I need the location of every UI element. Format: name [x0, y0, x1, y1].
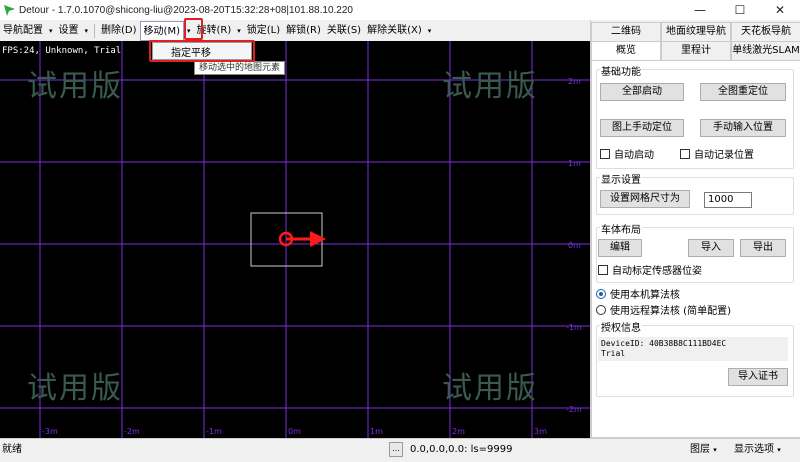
coords-readout: 0.0,0.0,0.0: ls=9999: [410, 444, 513, 455]
tab-odometry[interactable]: 里程计: [661, 41, 731, 60]
maximize-button[interactable]: ☐: [720, 0, 760, 20]
relocate-all-button[interactable]: 全图重定位: [700, 83, 786, 101]
status-bar: 就绪 ... 0.0,0.0,0.0: ls=9999 图层 ▾ 显示选项 ▾: [0, 438, 800, 462]
y-tick-label: -2m: [566, 405, 582, 414]
display-options-menu[interactable]: 显示选项 ▾: [734, 439, 781, 461]
menu-unlock[interactable]: 解锁(R): [283, 21, 324, 41]
title-bar: Detour - 1.7.0.1070@shicong-liu@2023-08-…: [0, 0, 800, 20]
tab-ceiling-nav[interactable]: 天花板导航: [731, 22, 800, 41]
chevron-down-icon: ▾: [777, 446, 781, 454]
x-tick-label: -2m: [124, 427, 140, 436]
chevron-down-icon: ▾: [713, 446, 717, 454]
edit-layout-button[interactable]: 编辑: [598, 239, 642, 257]
fps-label: FPS:24, Unknown, Trial: [2, 46, 122, 56]
import-cert-button[interactable]: 导入证书: [728, 368, 788, 386]
tab-lidar-slam[interactable]: 单线激光SLAM: [731, 41, 800, 60]
tab-overview[interactable]: 概览: [591, 41, 661, 60]
right-panel: 二维码 地面纹理导航 天花板导航 概览 里程计 单线激光SLAM 基础功能 全部…: [590, 20, 800, 438]
license-type: Trial: [601, 349, 626, 358]
y-tick-label: -1m: [566, 323, 582, 332]
x-tick-label: 1m: [370, 427, 383, 436]
watermark: 试用版: [442, 371, 538, 406]
layers-menu[interactable]: 图层 ▾: [690, 439, 717, 461]
menu-lock[interactable]: 锁定(L): [244, 21, 283, 41]
menu-disassociate[interactable]: 解除关联(X): [364, 21, 425, 41]
x-tick-label: 0m: [288, 427, 301, 436]
status-text: 就绪: [2, 444, 22, 455]
more-button[interactable]: ...: [389, 442, 403, 457]
grid-size-input[interactable]: 1000: [704, 192, 752, 208]
chevron-down-icon[interactable]: ▾: [234, 21, 244, 41]
chevron-down-icon[interactable]: ▾: [425, 21, 435, 41]
watermark: 试用版: [27, 371, 123, 406]
start-all-button[interactable]: 全部启动: [600, 83, 684, 101]
x-tick-label: -1m: [206, 427, 222, 436]
menu-separator: [94, 23, 96, 38]
export-layout-button[interactable]: 导出: [740, 239, 786, 257]
device-info: DeviceID: 40B38B8C111BD4EC Trial: [598, 337, 788, 361]
auto-start-checkbox[interactable]: 自动启动: [600, 146, 654, 161]
device-id: DeviceID: 40B38B8C111BD4EC: [601, 339, 727, 348]
auto-record-checkbox[interactable]: 自动记录位置: [680, 146, 754, 161]
tab-floor-texture[interactable]: 地面纹理导航: [661, 22, 731, 41]
menu-move[interactable]: 移动(M): [139, 20, 184, 41]
chevron-down-icon[interactable]: ▾: [82, 21, 92, 41]
menu-bar: 导航配置 ▾ 设置 ▾ 删除(D) 移动(M) ▾ 旋转(R) ▾ 锁定(L) …: [0, 20, 590, 41]
remote-algo-radio[interactable]: 使用远程算法核 (简单配置): [596, 302, 731, 317]
map-canvas[interactable]: -3m -2m -1m 0m 1m 2m 3m 2m 1m 0m -1m -2m…: [0, 41, 590, 438]
y-tick-label: 1m: [568, 159, 581, 168]
tooltip: 移动选中的地图元素: [194, 61, 286, 75]
menu-settings[interactable]: 设置: [56, 21, 82, 41]
watermark: 试用版: [27, 69, 123, 104]
x-tick-label: -3m: [42, 427, 58, 436]
local-algo-radio[interactable]: 使用本机算法核: [596, 286, 680, 301]
manual-locate-button[interactable]: 图上手动定位: [600, 119, 684, 137]
import-layout-button[interactable]: 导入: [688, 239, 734, 257]
chevron-down-icon[interactable]: ▾: [46, 21, 56, 41]
set-grid-size-button[interactable]: 设置网格尺寸为: [600, 190, 690, 208]
heading-arrow-icon: [310, 231, 326, 247]
x-tick-label: 2m: [452, 427, 465, 436]
close-button[interactable]: ✕: [760, 0, 800, 20]
x-tick-label: 3m: [534, 427, 547, 436]
basic-group-label: 基础功能: [600, 63, 642, 78]
license-group-label: 授权信息: [600, 319, 642, 334]
app-logo-icon: [4, 5, 15, 16]
highlight-box: [184, 18, 203, 40]
tab-qrcode[interactable]: 二维码: [591, 22, 661, 41]
display-group-label: 显示设置: [600, 171, 642, 186]
menu-nav-config[interactable]: 导航配置: [0, 21, 46, 41]
minimize-button[interactable]: —: [680, 0, 720, 20]
layout-group-label: 车体布局: [600, 221, 642, 236]
menu-associate[interactable]: 关联(S): [324, 21, 364, 41]
manual-input-button[interactable]: 手动输入位置: [700, 119, 786, 137]
window-title: Detour - 1.7.0.1070@shicong-liu@2023-08-…: [19, 4, 353, 16]
y-tick-label: 0m: [568, 241, 581, 250]
highlight-box: [149, 40, 255, 62]
y-tick-label: 2m: [568, 77, 581, 86]
menu-delete[interactable]: 删除(D): [98, 21, 140, 41]
license-group: [596, 325, 794, 397]
overview-tab-content: 基础功能 全部启动 全图重定位 图上手动定位 手动输入位置 自动启动 自动记录位…: [591, 60, 800, 438]
auto-calib-checkbox[interactable]: 自动标定传感器位姿: [598, 262, 702, 277]
watermark: 试用版: [442, 69, 538, 104]
